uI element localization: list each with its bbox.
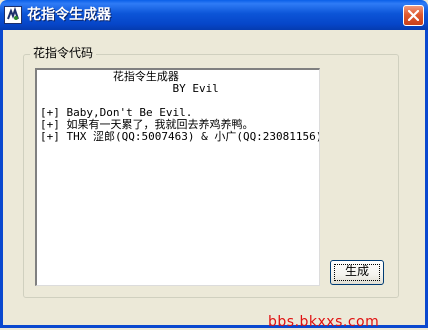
main-window: 花指令生成器 花指令代码 花指令生成器 BY Evil [+] Baby,Don… — [0, 0, 428, 330]
window-border-left — [0, 30, 3, 328]
generate-button[interactable]: 生成 — [330, 260, 384, 285]
close-icon — [408, 10, 419, 21]
close-button[interactable] — [403, 5, 424, 26]
focus-rect — [334, 264, 380, 281]
code-output-textarea[interactable]: 花指令生成器 BY Evil [+] Baby,Don't Be Evil. [… — [35, 68, 320, 286]
output-line: BY Evil — [40, 82, 219, 95]
groupbox-label: 花指令代码 — [30, 46, 97, 61]
watermark-text: bbs.bkxxs.com — [268, 314, 380, 330]
window-title: 花指令生成器 — [27, 7, 111, 23]
output-line: [+] THX 涩郎(QQ:5007463) & 小广(QQ:23081156) — [40, 130, 320, 143]
app-icon — [4, 6, 22, 24]
title-bar[interactable]: 花指令生成器 — [0, 0, 428, 30]
